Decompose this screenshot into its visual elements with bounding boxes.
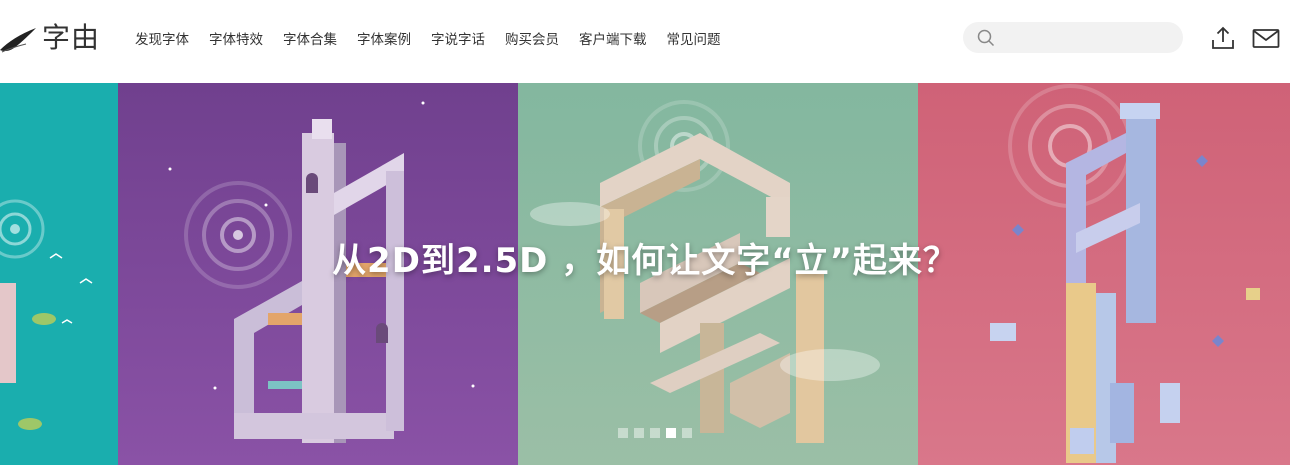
- brush-stroke-icon: [0, 28, 36, 53]
- nav-item-articles[interactable]: 字说字话: [431, 28, 485, 48]
- carousel-dot[interactable]: [650, 428, 660, 438]
- upload-icon[interactable]: [1210, 25, 1236, 51]
- main-nav: 发现字体 字体特效 字体合集 字体案例 字说字话 购买会员 客户端下载 常见问题: [135, 28, 741, 48]
- logo[interactable]: 字由: [0, 14, 100, 58]
- carousel-dot[interactable]: [682, 428, 692, 438]
- site-header: 字由 发现字体 字体特效 字体合集 字体案例 字说字话 购买会员 客户端下载 常…: [0, 0, 1290, 83]
- nav-item-client-download[interactable]: 客户端下载: [579, 28, 647, 48]
- logo-text: 字由: [42, 21, 101, 54]
- search-input[interactable]: [1003, 26, 1173, 49]
- carousel-dot[interactable]: [618, 428, 628, 438]
- carousel-dot-active[interactable]: [666, 428, 676, 438]
- banner-headline[interactable]: 从2D到2.5D ，如何让文字“立”起来？: [0, 233, 1290, 282]
- carousel-dots: [618, 428, 692, 438]
- nav-item-font-effects[interactable]: 字体特效: [209, 28, 263, 48]
- nav-item-faq[interactable]: 常见问题: [667, 28, 721, 48]
- carousel-dot[interactable]: [634, 428, 644, 438]
- mail-icon[interactable]: [1252, 25, 1280, 51]
- hero-banner[interactable]: 从2D到2.5D ，如何让文字“立”起来？: [0, 83, 1290, 465]
- search-box[interactable]: [963, 22, 1183, 53]
- nav-item-membership[interactable]: 购买会员: [505, 28, 559, 48]
- nav-item-font-cases[interactable]: 字体案例: [357, 28, 411, 48]
- nav-item-discover-fonts[interactable]: 发现字体: [135, 28, 189, 48]
- search-icon[interactable]: [977, 29, 995, 47]
- nav-item-font-collections[interactable]: 字体合集: [283, 28, 337, 48]
